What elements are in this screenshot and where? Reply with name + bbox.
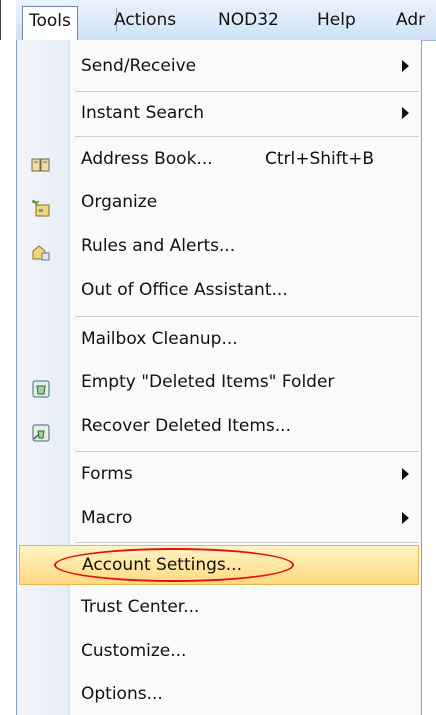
annotation-oval bbox=[54, 548, 294, 582]
menu-item-label: Address Book... bbox=[81, 149, 213, 169]
menu-item-recover-deleted-items[interactable]: Recover Deleted Items... bbox=[17, 404, 421, 448]
menu-item-mailbox-cleanup[interactable]: Mailbox Cleanup... bbox=[17, 318, 421, 360]
menu-item-label: Out of Office Assistant... bbox=[81, 280, 288, 300]
menu-item-instant-search[interactable]: Instant Search bbox=[17, 93, 421, 133]
menu-item-send-receive[interactable]: Send/Receive bbox=[17, 46, 421, 86]
submenu-arrow-icon bbox=[402, 60, 409, 72]
menu-separator bbox=[75, 136, 419, 137]
submenu-arrow-icon bbox=[402, 107, 409, 119]
menu-item-label: Mailbox Cleanup... bbox=[81, 329, 238, 349]
submenu-arrow-icon bbox=[402, 512, 409, 524]
window-edge bbox=[0, 0, 1, 40]
menu-item-label: Organize bbox=[81, 192, 158, 212]
menu-nod32[interactable]: NOD32 bbox=[212, 6, 285, 34]
menu-help[interactable]: Help bbox=[311, 6, 362, 34]
menu-item-label: Macro bbox=[81, 508, 133, 528]
rules-icon bbox=[31, 236, 51, 261]
menu-item-account-settings[interactable]: Account Settings... bbox=[19, 545, 419, 585]
menu-item-shortcut: Ctrl+Shift+B bbox=[265, 149, 375, 169]
menu-item-macro[interactable]: Macro bbox=[17, 496, 421, 540]
menu-item-label: Empty "Deleted Items" Folder bbox=[81, 372, 335, 392]
menu-item-label: Send/Receive bbox=[81, 56, 197, 76]
menu-item-rules-and-alerts[interactable]: Rules and Alerts... bbox=[17, 224, 421, 268]
menu-item-label: Rules and Alerts... bbox=[81, 236, 236, 256]
address-book-icon bbox=[31, 149, 51, 172]
organize-icon bbox=[31, 192, 51, 217]
menu-item-forms[interactable]: Forms bbox=[17, 453, 421, 495]
menu-item-trust-center[interactable]: Trust Center... bbox=[17, 586, 421, 628]
menu-actions[interactable]: Actions bbox=[108, 6, 182, 34]
menu-separator bbox=[75, 316, 419, 317]
menu-item-label: Options... bbox=[81, 684, 163, 704]
empty-deleted-icon bbox=[31, 372, 51, 398]
recover-icon bbox=[31, 416, 51, 442]
menu-separator bbox=[75, 451, 419, 452]
menu-separator bbox=[75, 542, 419, 543]
menu-item-label: Customize... bbox=[81, 641, 187, 661]
menu-item-out-of-office[interactable]: Out of Office Assistant... bbox=[17, 268, 421, 312]
menu-item-organize[interactable]: Organize bbox=[17, 180, 421, 224]
menu-item-label: Instant Search bbox=[81, 103, 204, 123]
menu-item-options[interactable]: Options... bbox=[17, 673, 421, 715]
menu-item-label: Recover Deleted Items... bbox=[81, 416, 291, 436]
menu-separator bbox=[75, 91, 419, 92]
menu-item-address-book[interactable]: Address Book... Ctrl+Shift+B bbox=[17, 138, 421, 180]
menu-item-label: Trust Center... bbox=[81, 597, 200, 617]
menu-item-empty-deleted-items[interactable]: Empty "Deleted Items" Folder bbox=[17, 360, 421, 404]
menu-tools[interactable]: Tools bbox=[22, 6, 78, 41]
menu-item-label: Forms bbox=[81, 464, 133, 484]
tools-dropdown-menu: Send/Receive Instant Search Address Book… bbox=[16, 40, 422, 715]
menu-bar: Tools Actions NOD32 Help Adr bbox=[16, 0, 436, 41]
menu-address-partial[interactable]: Adr bbox=[390, 6, 431, 34]
submenu-arrow-icon bbox=[402, 468, 409, 480]
menu-item-customize[interactable]: Customize... bbox=[17, 630, 421, 672]
